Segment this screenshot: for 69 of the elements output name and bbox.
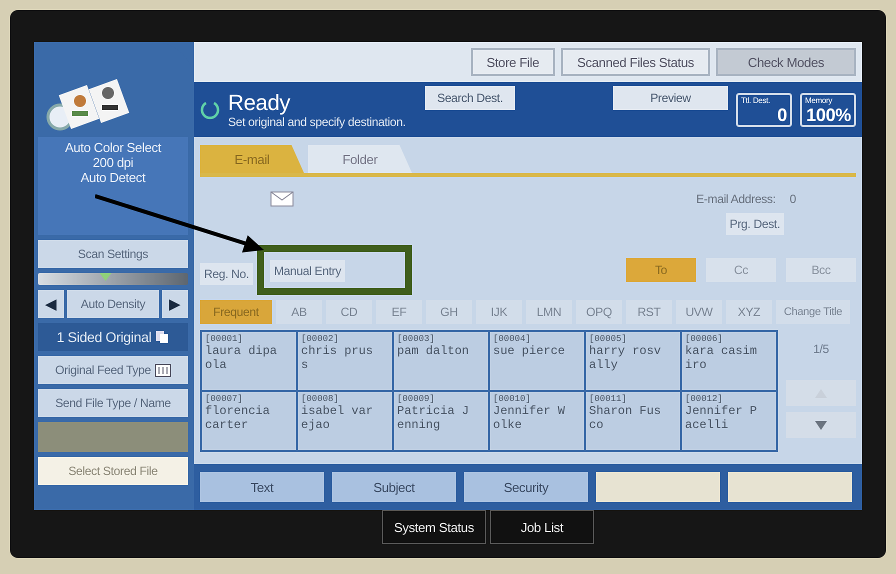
top-button[interactable]: Check Modes — [716, 48, 856, 76]
preview-button[interactable]: Preview — [613, 86, 728, 110]
option-button[interactable]: Text — [200, 472, 324, 502]
destination-key[interactable]: [00003] pam dalton — [394, 332, 488, 390]
top-button[interactable]: Store File — [470, 48, 556, 76]
scroll-down-button[interactable] — [786, 412, 856, 438]
destination-key[interactable]: [00007] florencia carter — [202, 392, 296, 450]
down-icon — [815, 420, 827, 430]
change-title-button[interactable]: Change Title — [776, 300, 850, 324]
destination-key[interactable]: [00008] isabel varejao — [298, 392, 392, 450]
page-indicator: 1/5 — [813, 342, 829, 358]
original-sides-button[interactable]: 1 Sided Original — [38, 323, 188, 351]
destination-key[interactable]: [00009] Patricia Jenning — [394, 392, 488, 450]
tab[interactable]: Folder — [308, 145, 412, 173]
index-tab[interactable]: OPQ — [576, 300, 622, 324]
darker-button[interactable]: ▶ — [162, 290, 188, 318]
recipient-type-button[interactable]: Cc — [706, 258, 776, 282]
destination-key[interactable]: [00005] harry rosvally — [586, 332, 680, 390]
destination-key[interactable]: [00002] chris pruss — [298, 332, 392, 390]
density-thumb[interactable] — [100, 273, 112, 281]
envelope-icon — [270, 190, 296, 208]
index-tab[interactable]: RST — [626, 300, 672, 324]
counter-label: Ttl. Dest. — [741, 96, 772, 104]
index-tab[interactable]: AB — [276, 300, 322, 324]
destination-key[interactable]: [00010] Jennifer Wolke — [490, 392, 584, 450]
option-button[interactable]: Subject — [332, 472, 456, 502]
index-tab[interactable]: XYZ — [726, 300, 772, 324]
file-type-button[interactable]: Send File Type / Name — [38, 389, 188, 417]
status-message: Set original and specify destination. — [228, 114, 407, 128]
index-tab[interactable]: GH — [426, 300, 472, 324]
ready-indicator-icon — [200, 100, 220, 120]
recipient-type-button[interactable]: Bcc — [786, 258, 856, 282]
counter-value: 100% — [806, 106, 851, 124]
index-tab[interactable]: LMN — [526, 300, 572, 324]
footer-button[interactable]: Job List — [490, 510, 594, 544]
scan-info-text: 200 dpi — [92, 155, 134, 170]
index-tab[interactable]: IJK — [476, 300, 522, 324]
program-destination-button[interactable]: Prg. Dest. — [726, 213, 784, 235]
option-button[interactable]: Security — [464, 472, 588, 502]
feed-icon — [154, 364, 171, 376]
entry-button[interactable]: Reg. No. — [200, 263, 253, 285]
destination-key[interactable]: [00006] kara casimiro — [682, 332, 776, 390]
destination-key[interactable]: [00001] laura dipaola — [202, 332, 296, 390]
index-tab[interactable]: UVW — [676, 300, 722, 324]
address-count-label: E-mail Address: — [696, 192, 776, 206]
stored-file-button[interactable]: Select Stored File — [38, 457, 188, 485]
destination-key[interactable]: [00011] Sharon Fusco — [586, 392, 680, 450]
recipient-type-button[interactable]: To — [626, 258, 696, 282]
scan-info-text: Auto Detect — [80, 170, 146, 185]
index-tab[interactable]: Frequent — [200, 300, 272, 324]
index-tab[interactable]: CD — [326, 300, 372, 324]
top-button[interactable]: Scanned Files Status — [561, 48, 710, 76]
index-tab[interactable]: EF — [376, 300, 422, 324]
destination-key[interactable]: [00012] Jennifer Pacelli — [682, 392, 776, 450]
auto-density-button[interactable]: Auto Density — [67, 290, 159, 318]
scan-settings-button[interactable]: Scan Settings — [38, 240, 188, 268]
entry-button[interactable]: Manual Entry — [270, 260, 346, 282]
address-count: 0 — [790, 192, 796, 206]
counter-label: Memory — [805, 96, 834, 104]
lighter-button[interactable]: ◀ — [38, 290, 64, 318]
scan-info-text: Auto Color Select — [64, 140, 162, 155]
search-destination-button[interactable]: Search Dest. — [425, 86, 515, 110]
feed-type-button[interactable]: Original Feed Type — [38, 356, 188, 384]
pages-icon — [155, 330, 170, 344]
footer-button[interactable]: System Status — [382, 510, 486, 544]
counter-value: 0 — [776, 106, 787, 124]
destination-key[interactable]: [00004] sue pierce — [490, 332, 584, 390]
tab[interactable]: E-mail — [200, 145, 304, 173]
status-title: Ready — [228, 90, 292, 114]
